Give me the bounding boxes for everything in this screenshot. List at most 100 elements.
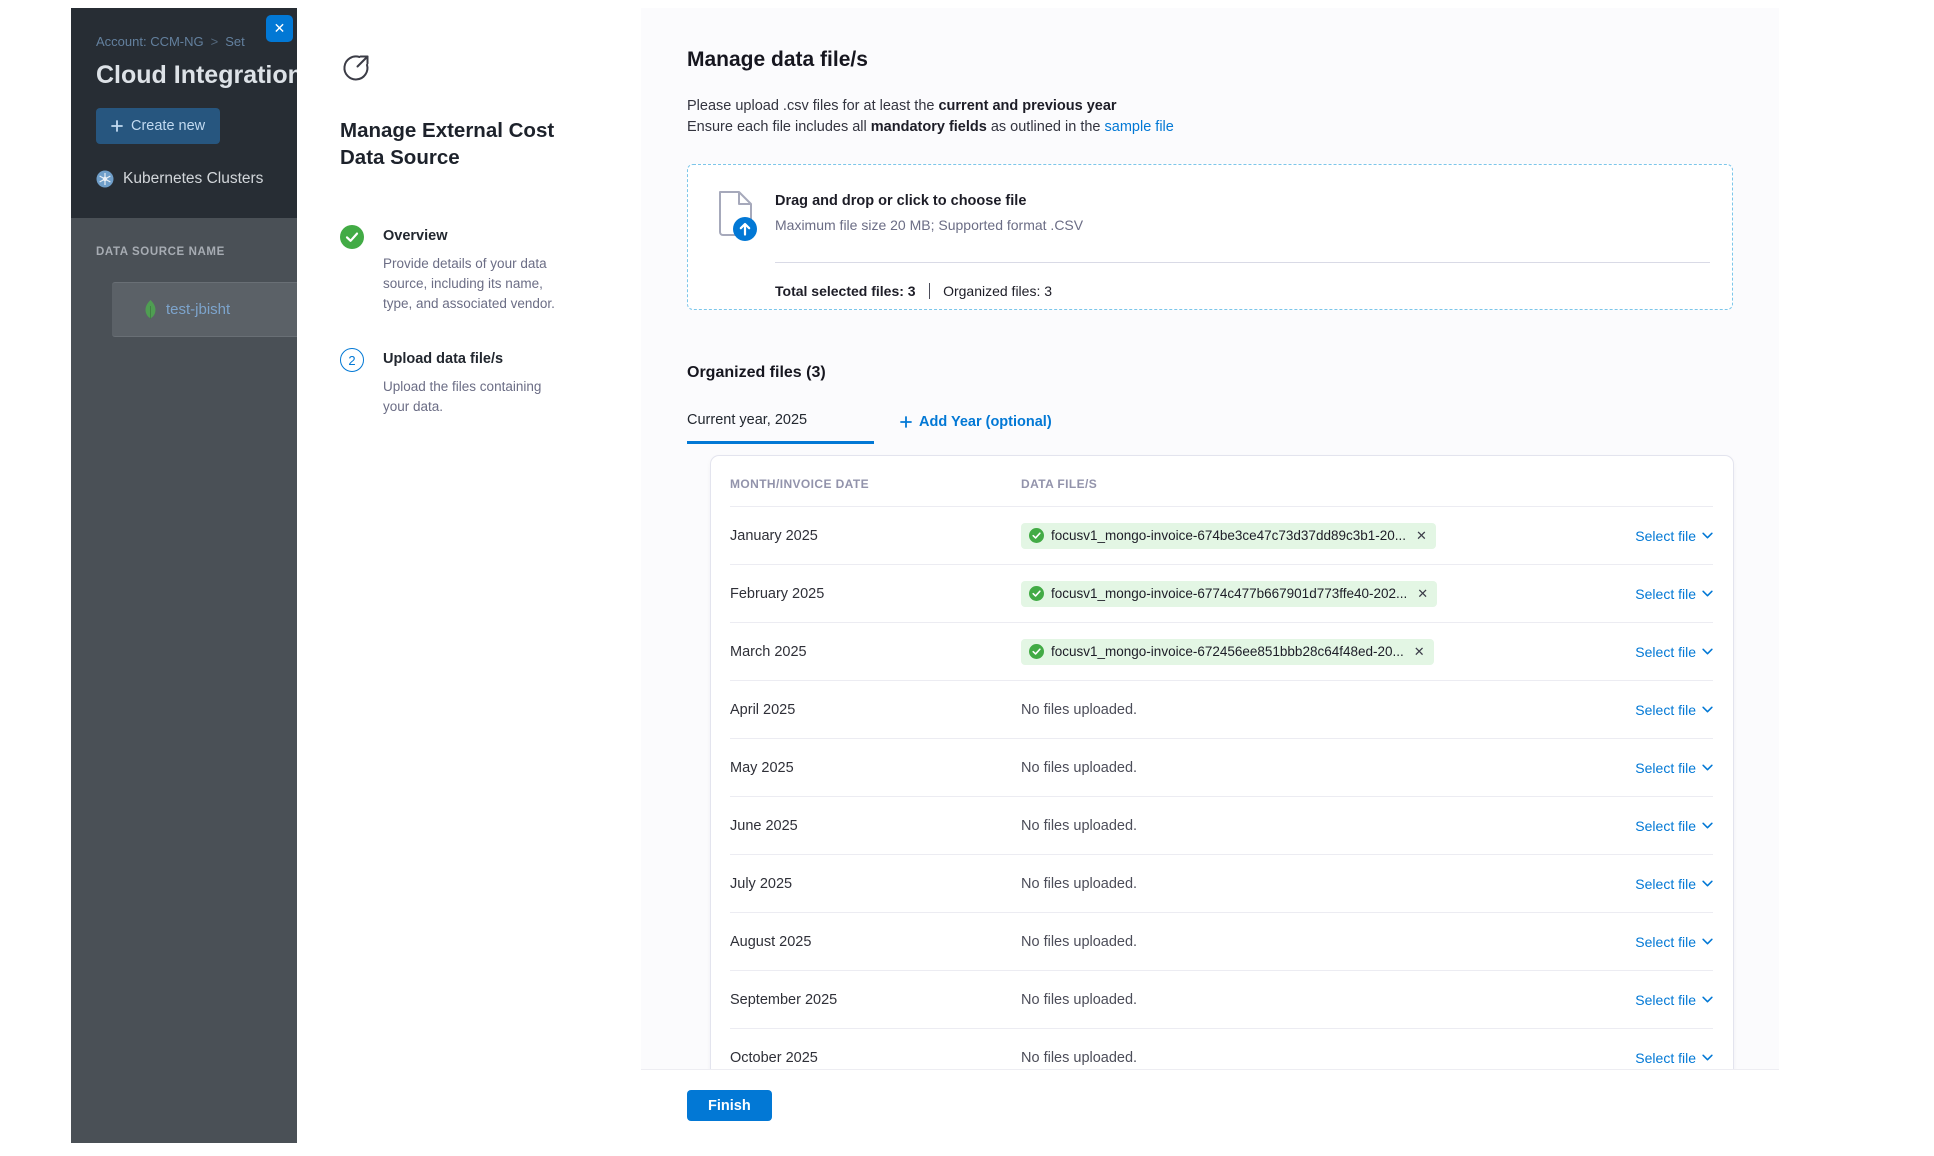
- remove-file-icon[interactable]: ✕: [1417, 586, 1428, 602]
- instruction-line-2: Ensure each file includes all mandatory …: [687, 117, 1733, 138]
- select-file-button[interactable]: Select file: [1635, 1050, 1713, 1066]
- dropzone-stats: Total selected files: 3 Organized files:…: [775, 263, 1710, 318]
- check-circle-icon: [1029, 528, 1044, 543]
- file-name: focusv1_mongo-invoice-6774c477b667901d77…: [1051, 586, 1407, 601]
- tab-current-year[interactable]: Current year, 2025: [687, 412, 874, 444]
- monthly-files-table: MONTH/INVOICE DATE DATA FILE/S January 2…: [711, 456, 1733, 1070]
- chevron-down-icon: [1702, 996, 1713, 1003]
- no-files-text: No files uploaded.: [1021, 934, 1137, 950]
- step-overview-description: Provide details of your data source, inc…: [383, 254, 563, 314]
- check-circle-icon: [340, 225, 364, 249]
- table-row: January 2025 focusv1_mongo-invoice-674be…: [730, 506, 1713, 564]
- remove-file-icon[interactable]: ✕: [1416, 528, 1427, 544]
- data-source-name-link[interactable]: test-jbisht: [166, 301, 230, 318]
- select-file-button[interactable]: Select file: [1635, 876, 1713, 892]
- month-label: March 2025: [730, 644, 1021, 660]
- month-label: October 2025: [730, 1050, 1021, 1066]
- step-overview[interactable]: Overview Provide details of your data so…: [340, 225, 607, 314]
- table-row: February 2025 focusv1_mongo-invoice-6774…: [730, 564, 1713, 622]
- no-files-text: No files uploaded.: [1021, 1050, 1137, 1066]
- step-upload-data-files[interactable]: 2 Upload data file/s Upload the files co…: [340, 348, 607, 417]
- file-name: focusv1_mongo-invoice-672456ee851bbb28c6…: [1051, 644, 1404, 659]
- instruction-line-1: Please upload .csv files for at least th…: [687, 96, 1733, 117]
- drawer-footer: Finish: [641, 1070, 1779, 1143]
- month-label: June 2025: [730, 818, 1021, 834]
- add-year-button[interactable]: Add Year (optional): [900, 412, 1052, 444]
- file-name: focusv1_mongo-invoice-674be3ce47c73d37dd…: [1051, 528, 1406, 543]
- select-file-button[interactable]: Select file: [1635, 586, 1713, 602]
- manage-data-source-drawer: Manage External Cost Data Source Overvie…: [297, 8, 1779, 1143]
- table-header-row: MONTH/INVOICE DATE DATA FILE/S: [711, 456, 1733, 506]
- header-month-invoice-date: MONTH/INVOICE DATE: [730, 477, 1021, 491]
- file-chip: focusv1_mongo-invoice-672456ee851bbb28c6…: [1021, 639, 1434, 665]
- kubernetes-icon: [96, 170, 114, 188]
- organized-files-count: Organized files: 3: [943, 283, 1052, 299]
- select-file-button[interactable]: Select file: [1635, 702, 1713, 718]
- upload-instructions: Please upload .csv files for at least th…: [687, 96, 1733, 138]
- table-row: July 2025 No files uploaded. Select file: [730, 854, 1713, 912]
- month-label: May 2025: [730, 760, 1021, 776]
- wizard-title: Manage External Cost Data Source: [340, 117, 585, 171]
- step-overview-badge: [340, 225, 364, 249]
- no-files-text: No files uploaded.: [1021, 992, 1137, 1008]
- background-page-body: DATA SOURCE NAME test-jbisht: [71, 218, 297, 337]
- no-files-text: No files uploaded.: [1021, 760, 1137, 776]
- select-file-button[interactable]: Select file: [1635, 934, 1713, 950]
- data-source-row[interactable]: test-jbisht: [112, 282, 297, 337]
- select-file-button[interactable]: Select file: [1635, 644, 1713, 660]
- stats-divider: [929, 283, 931, 299]
- month-label: April 2025: [730, 702, 1021, 718]
- check-circle-icon: [1029, 586, 1044, 601]
- table-row: October 2025 No files uploaded. Select f…: [730, 1028, 1713, 1070]
- background-page: Account: CCM-NG>Set Cloud Integration Cr…: [71, 8, 297, 1143]
- breadcrumb-next[interactable]: Set: [225, 34, 245, 49]
- table-row: April 2025 No files uploaded. Select fil…: [730, 680, 1713, 738]
- dropzone-title: Drag and drop or click to choose file: [775, 190, 1083, 209]
- breadcrumb-account[interactable]: Account: CCM-NG: [96, 34, 204, 49]
- chevron-down-icon: [1702, 938, 1713, 945]
- month-label: February 2025: [730, 586, 1021, 602]
- step-overview-label: Overview: [383, 225, 563, 244]
- chevron-down-icon: [1702, 706, 1713, 713]
- table-row: May 2025 No files uploaded. Select file: [730, 738, 1713, 796]
- no-files-text: No files uploaded.: [1021, 876, 1137, 892]
- table-row: March 2025 focusv1_mongo-invoice-672456e…: [730, 622, 1713, 680]
- create-new-button[interactable]: Create new: [96, 108, 220, 144]
- month-label: September 2025: [730, 992, 1021, 1008]
- chevron-down-icon: [1702, 880, 1713, 887]
- finish-button[interactable]: Finish: [687, 1090, 772, 1121]
- chevron-down-icon: [1702, 648, 1713, 655]
- column-header-data-source-name: DATA SOURCE NAME: [96, 246, 297, 258]
- select-file-button[interactable]: Select file: [1635, 992, 1713, 1008]
- page-title: Cloud Integration: [96, 61, 297, 90]
- chevron-down-icon: [1702, 590, 1713, 597]
- select-file-button[interactable]: Select file: [1635, 760, 1713, 776]
- content-scroll-area[interactable]: Manage data file/s Please upload .csv fi…: [641, 8, 1779, 1070]
- close-drawer-button[interactable]: ✕: [266, 15, 293, 42]
- plus-icon: [111, 120, 123, 132]
- no-files-text: No files uploaded.: [1021, 818, 1137, 834]
- step-upload-badge: 2: [340, 348, 364, 372]
- table-row: August 2025 No files uploaded. Select fi…: [730, 912, 1713, 970]
- chevron-down-icon: [1702, 822, 1713, 829]
- table-row: June 2025 No files uploaded. Select file: [730, 796, 1713, 854]
- upload-file-icon: [713, 190, 760, 242]
- header-data-files: DATA FILE/S: [1021, 477, 1713, 491]
- mongodb-leaf-icon: [144, 300, 157, 319]
- file-dropzone[interactable]: Drag and drop or click to choose file Ma…: [687, 164, 1733, 310]
- table-row: September 2025 No files uploaded. Select…: [730, 970, 1713, 1028]
- sample-file-link[interactable]: sample file: [1105, 119, 1174, 135]
- remove-file-icon[interactable]: ✕: [1414, 644, 1425, 660]
- step-number-icon: 2: [340, 348, 364, 372]
- external-data-icon: [340, 52, 372, 84]
- chevron-down-icon: [1702, 532, 1713, 539]
- tab-kubernetes-clusters[interactable]: Kubernetes Clusters: [96, 170, 297, 188]
- no-files-text: No files uploaded.: [1021, 702, 1137, 718]
- organized-files-heading: Organized files (3): [687, 364, 1733, 382]
- dropzone-subtitle: Maximum file size 20 MB; Supported forma…: [775, 217, 1083, 233]
- file-chip: focusv1_mongo-invoice-674be3ce47c73d37dd…: [1021, 523, 1436, 549]
- select-file-button[interactable]: Select file: [1635, 818, 1713, 834]
- step-upload-label: Upload data file/s: [383, 348, 563, 367]
- select-file-button[interactable]: Select file: [1635, 528, 1713, 544]
- drawer-main-panel: Manage data file/s Please upload .csv fi…: [641, 8, 1779, 1143]
